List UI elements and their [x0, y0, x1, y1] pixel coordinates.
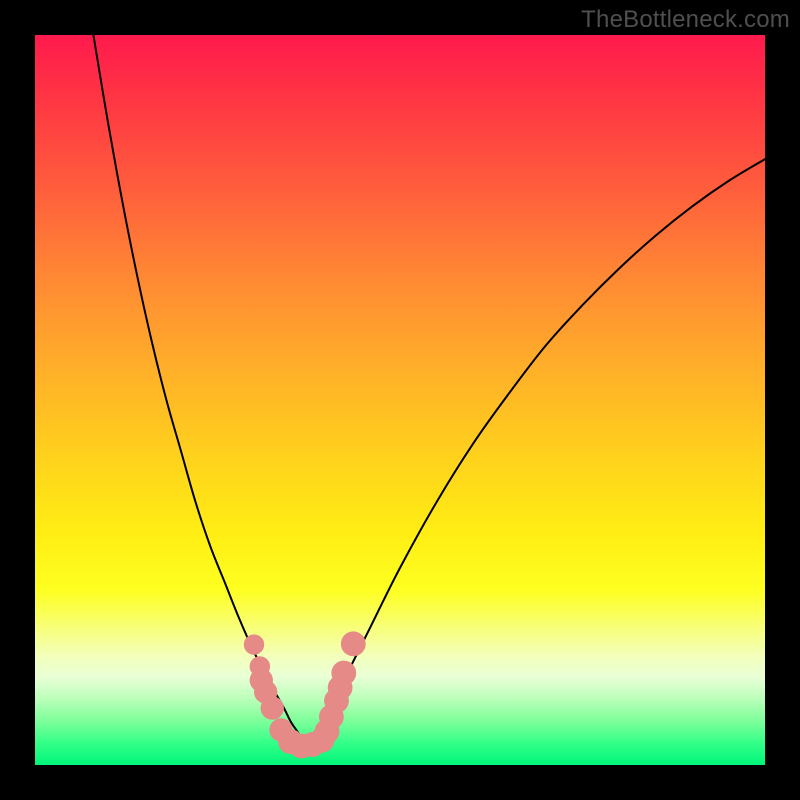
curve-layer [93, 35, 765, 743]
marker-point [341, 631, 366, 656]
marker-point [261, 696, 284, 719]
marker-layer [244, 631, 366, 758]
curve-left-branch [93, 35, 305, 743]
watermark-text: TheBottleneck.com [581, 6, 790, 34]
marker-point [331, 661, 356, 686]
chart-frame: TheBottleneck.com [0, 0, 800, 800]
chart-svg [35, 35, 765, 765]
marker-point [244, 634, 264, 654]
curve-right-branch [305, 159, 765, 743]
plot-area [35, 35, 765, 765]
